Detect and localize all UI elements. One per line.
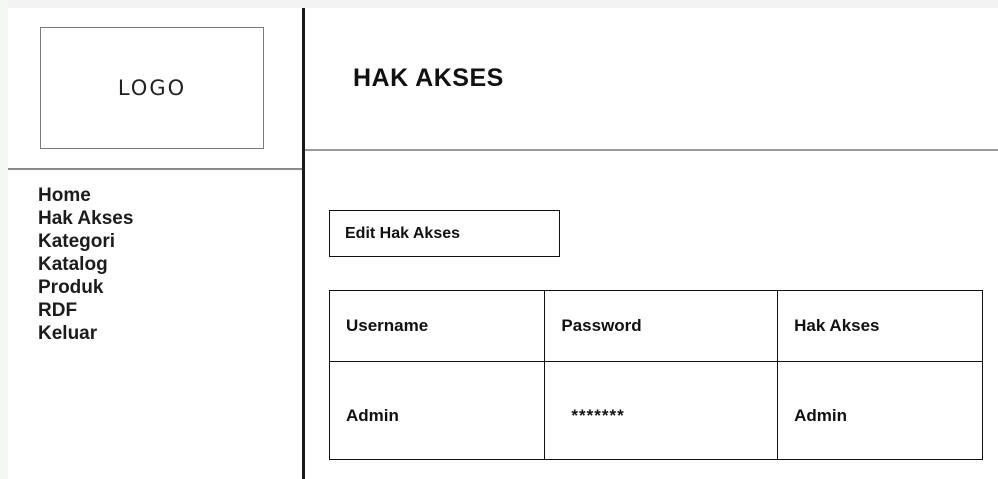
sidebar-separator <box>8 168 303 170</box>
edit-hak-akses-button[interactable]: Edit Hak Akses <box>329 210 560 257</box>
column-header-username: Username <box>328 290 546 362</box>
sidebar-item-katalog[interactable]: Katalog <box>38 253 133 276</box>
logo-text: LOGO <box>117 76 187 100</box>
top-strip <box>0 0 998 8</box>
sidebar-item-rdf[interactable]: RDF <box>38 299 133 322</box>
sidebar-item-home[interactable]: Home <box>38 184 133 207</box>
logo: LOGO <box>40 27 264 149</box>
app-window: LOGO Home Hak Akses Kategori Katalog Pro… <box>0 0 998 479</box>
column-header-password: Password <box>544 290 779 362</box>
sidebar-nav: Home Hak Akses Kategori Katalog Produk R… <box>38 184 133 345</box>
page-header: HAK AKSES <box>305 8 998 150</box>
access-table: Username Password Hak Akses Admin ******… <box>328 290 983 460</box>
sidebar-item-keluar[interactable]: Keluar <box>38 322 133 345</box>
table-header-row: Username Password Hak Akses <box>328 290 983 362</box>
sidebar-item-hak-akses[interactable]: Hak Akses <box>38 207 133 230</box>
sidebar-item-kategori[interactable]: Kategori <box>38 230 133 253</box>
cell-password: ******* <box>544 361 779 460</box>
column-header-hak-akses: Hak Akses <box>777 290 983 362</box>
header-separator <box>305 149 998 151</box>
page-title: HAK AKSES <box>353 64 504 92</box>
cell-username: Admin <box>328 361 546 460</box>
cell-hak-akses: Admin <box>777 361 983 460</box>
sidebar-item-produk[interactable]: Produk <box>38 276 133 299</box>
left-edge <box>0 0 8 479</box>
sidebar: LOGO Home Hak Akses Kategori Katalog Pro… <box>8 8 303 479</box>
table-row[interactable]: Admin ******* Admin <box>328 361 983 460</box>
